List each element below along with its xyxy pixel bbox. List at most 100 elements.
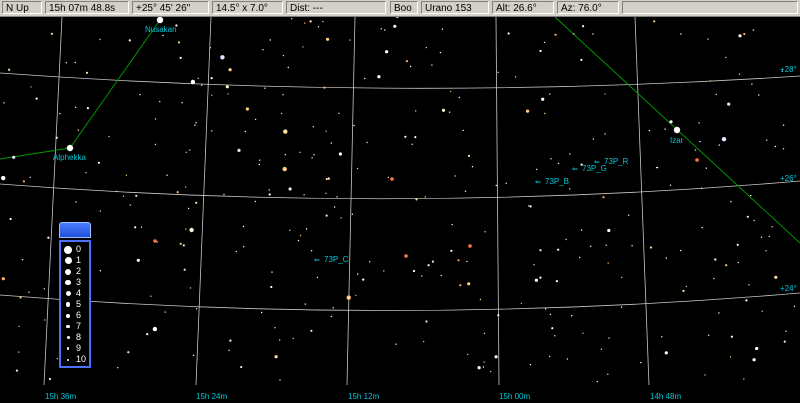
- field-star: [526, 109, 530, 113]
- field-star: [349, 39, 351, 41]
- field-star: [86, 107, 89, 110]
- field-star: [539, 276, 542, 279]
- field-star: [327, 177, 330, 179]
- field-star: [176, 191, 179, 194]
- field-star: [405, 60, 409, 63]
- field-star: [316, 276, 319, 279]
- sky-map[interactable]: Nusakan Alphekka Izar ⇐ 73P_R ⇐ 73P_G ⇐ …: [0, 17, 800, 403]
- field-star: [152, 326, 158, 332]
- field-star: [664, 128, 666, 130]
- field-star: [414, 136, 417, 139]
- legend-magnitude-label: 1: [76, 255, 82, 265]
- field-star: [557, 248, 560, 251]
- magnitude-dot-icon: [66, 313, 70, 318]
- ra-label-1448: 14h 48m: [650, 392, 681, 401]
- field-star: [134, 226, 137, 229]
- constellation-line: [69, 19, 161, 149]
- ra-line-1448: [634, 17, 650, 386]
- field-star: [179, 242, 182, 245]
- legend-row: 6: [63, 310, 89, 321]
- field-star: [412, 269, 416, 273]
- field-star: [464, 190, 467, 192]
- magnitude-legend[interactable]: 0 1 2 3 4 5 6 7 8 9 10: [59, 222, 91, 368]
- field-star: [99, 270, 102, 272]
- field-star: [620, 306, 623, 308]
- field-star: [187, 207, 190, 210]
- field-star: [29, 176, 31, 178]
- field-star: [507, 32, 510, 35]
- field-star: [48, 377, 52, 381]
- atlas-page-field: Urano 153: [421, 1, 489, 14]
- field-star: [228, 68, 232, 72]
- field-star: [529, 364, 532, 366]
- field-star: [539, 49, 542, 53]
- field-star: [761, 310, 763, 312]
- legend-header[interactable]: [59, 222, 91, 238]
- sky-chart[interactable]: Nusakan Alphekka Izar ⇐ 73P_R ⇐ 73P_G ⇐ …: [0, 17, 800, 403]
- legend-body: 0 1 2 3 4 5 6 7 8 9 10: [59, 240, 91, 368]
- field-star: [785, 330, 787, 332]
- field-star: [366, 141, 368, 144]
- field-star: [505, 182, 507, 184]
- field-star: [338, 112, 340, 115]
- field-star: [50, 32, 54, 35]
- constellation-field: Boo: [390, 1, 418, 14]
- field-star: [227, 93, 229, 95]
- legend-row: 4: [63, 288, 89, 299]
- field-star: [743, 32, 746, 36]
- magnitude-dot-icon: [65, 279, 71, 286]
- field-star: [135, 194, 138, 197]
- field-star: [549, 313, 552, 316]
- field-star: [264, 87, 266, 89]
- field-star: [484, 231, 486, 233]
- field-star: [541, 97, 545, 101]
- field-star: [631, 245, 633, 247]
- field-star: [699, 140, 701, 143]
- field-star: [164, 311, 166, 313]
- field-star: [310, 250, 313, 252]
- field-star: [351, 213, 354, 215]
- field-star: [494, 355, 498, 359]
- field-star: [185, 151, 187, 153]
- dec-label-24: +24°: [780, 284, 797, 293]
- field-star: [1, 175, 6, 181]
- field-star: [766, 139, 768, 141]
- legend-magnitude-label: 9: [76, 343, 82, 353]
- field-star: [596, 380, 598, 383]
- orientation-field[interactable]: N Up: [2, 1, 42, 14]
- legend-row: 9: [63, 343, 89, 354]
- field-star: [628, 214, 630, 216]
- star-alphekka: [66, 144, 74, 152]
- field-star: [520, 302, 522, 305]
- field-star: [146, 333, 149, 336]
- field-star: [774, 275, 778, 279]
- field-star: [184, 186, 187, 188]
- field-star: [694, 149, 697, 151]
- field-star: [549, 355, 551, 358]
- field-star: [592, 138, 594, 140]
- field-star: [718, 144, 720, 146]
- field-star: [333, 206, 336, 208]
- field-star: [279, 379, 281, 381]
- legend-magnitude-label: 2: [76, 266, 82, 276]
- field-star: [195, 201, 198, 204]
- field-star: [661, 336, 663, 338]
- legend-magnitude-label: 8: [76, 332, 82, 342]
- field-star: [18, 351, 20, 353]
- field-star: [760, 236, 763, 238]
- field-star: [680, 249, 682, 252]
- field-star: [162, 34, 164, 37]
- field-star: [700, 187, 703, 189]
- field-star: [59, 112, 61, 115]
- field-star: [258, 163, 260, 166]
- field-star: [302, 46, 304, 48]
- field-star: [605, 244, 607, 246]
- field-star: [736, 243, 739, 246]
- field-star: [353, 124, 355, 127]
- field-star: [721, 137, 727, 142]
- field-star: [357, 273, 359, 275]
- field-star: [774, 145, 777, 148]
- field-star: [228, 349, 230, 351]
- field-star: [259, 159, 261, 161]
- field-star: [156, 241, 159, 243]
